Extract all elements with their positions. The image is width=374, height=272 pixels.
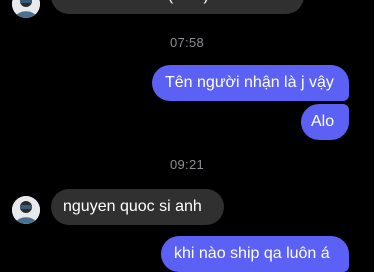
incoming-message-bubble[interactable]: nguyen quoc si anh <box>51 189 224 225</box>
outgoing-message-bubble[interactable]: Alo <box>301 104 349 140</box>
incoming-message-bubble[interactable]: maritime bank (msb) <box>51 0 304 14</box>
contact-avatar-icon[interactable] <box>12 0 40 18</box>
message-timestamp: 07:58 <box>169 35 205 50</box>
contact-avatar-icon[interactable] <box>12 196 40 224</box>
outgoing-message-bubble[interactable]: khi nào ship qa luôn á <box>161 236 349 272</box>
outgoing-message-bubble[interactable]: Tên người nhận là j vậy <box>152 65 349 101</box>
message-thread: maritime bank (msb) 07:58 Tên người nhận… <box>0 0 374 272</box>
message-timestamp: 09:21 <box>169 157 205 172</box>
